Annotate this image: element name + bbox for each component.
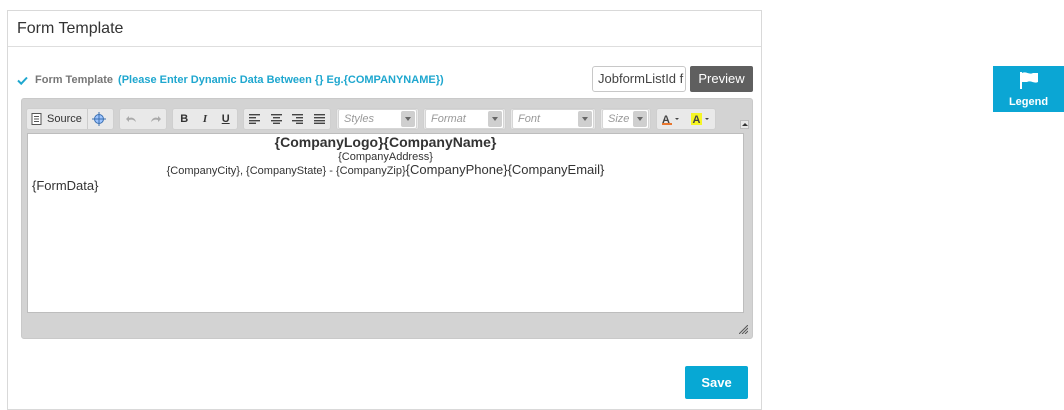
italic-icon: I (202, 113, 208, 125)
justify-icon (313, 114, 325, 124)
toolbar-group-font: Font (510, 108, 596, 130)
chevron-down-icon (578, 111, 592, 127)
toolbar-group-format: Format (423, 108, 506, 130)
maximize-button[interactable] (86, 109, 110, 129)
form-template-label: Form Template (35, 74, 114, 86)
align-left-button[interactable] (245, 109, 264, 129)
preview-button[interactable]: Preview (690, 66, 753, 92)
source-label: Source (47, 113, 82, 125)
company-city-state-zip: {CompanyCity}, {CompanyState} - {Company… (166, 165, 406, 177)
checkmark-icon (17, 76, 28, 85)
redo-button[interactable] (145, 109, 165, 129)
font-dropdown[interactable]: Font (512, 109, 594, 129)
form-template-option: Form Template (Please Enter Dynamic Data… (17, 74, 444, 86)
legend-label: Legend (1008, 96, 1049, 108)
panel-title: Form Template (8, 11, 761, 47)
company-phone-email: {CompanyPhone}{CompanyEmail} (405, 162, 605, 177)
font-placeholder: Font (518, 113, 541, 125)
company-logo-name-line: {CompanyLogo}{CompanyName} (274, 134, 497, 150)
chevron-down-icon (633, 111, 647, 127)
form-data-line: {FormData} (32, 178, 99, 193)
bold-icon: B (180, 113, 189, 125)
redo-icon (150, 116, 161, 122)
underline-icon: U (221, 113, 230, 125)
format-dropdown[interactable]: Format (425, 109, 504, 129)
company-contact-line: {CompanyCity}, {CompanyState} - {Company… (28, 162, 743, 177)
chevron-down-icon (488, 111, 502, 127)
form-template-hint: (Please Enter Dynamic Data Between {} Eg… (118, 74, 444, 86)
toolbar-group-align (243, 108, 331, 130)
toolbar-group-document: Source (26, 108, 114, 130)
crosshair-icon (91, 112, 106, 126)
size-dropdown[interactable]: Size (602, 109, 649, 129)
underline-button[interactable]: U (218, 109, 234, 129)
toolbar-group-size: Size (600, 108, 651, 130)
resize-handle-icon[interactable] (739, 325, 748, 334)
source-button[interactable]: Source (27, 109, 86, 129)
undo-icon (125, 116, 136, 122)
italic-button[interactable]: I (199, 109, 211, 129)
collapse-toolbar-icon[interactable] (740, 120, 749, 129)
align-center-icon (270, 114, 282, 124)
text-color-button[interactable]: A (658, 109, 686, 129)
toolbar-group-styles: Styles (336, 108, 419, 130)
legend-button[interactable]: Legend (993, 66, 1064, 112)
editor-toolbar: Source B I U Styles Format Font Size A A (26, 108, 748, 132)
jobform-listid-input[interactable]: JobformListId f (592, 66, 686, 92)
bold-button[interactable]: B (176, 109, 192, 129)
editor-content-area[interactable]: {CompanyLogo}{CompanyName} {CompanyAddre… (27, 133, 744, 313)
form-template-panel: Form Template Form Template (Please Ente… (7, 10, 762, 410)
flag-icon (1019, 72, 1038, 89)
form-template-checkbox[interactable] (17, 75, 28, 86)
highlight-color-icon: A (690, 113, 709, 125)
undo-button[interactable] (122, 109, 142, 129)
chevron-down-icon (401, 111, 415, 127)
toolbar-group-history (119, 108, 167, 130)
svg-text:A: A (692, 114, 700, 125)
document-icon (31, 113, 42, 125)
toolbar-group-colors: A A (656, 108, 716, 130)
styles-placeholder: Styles (344, 113, 374, 125)
align-right-button[interactable] (288, 109, 307, 129)
format-placeholder: Format (431, 113, 466, 125)
size-placeholder: Size (608, 113, 630, 125)
save-button[interactable]: Save (685, 366, 748, 399)
align-right-icon (292, 114, 304, 124)
toolbar-group-basicstyles: B I U (172, 108, 238, 130)
justify-button[interactable] (310, 109, 329, 129)
align-center-button[interactable] (267, 109, 286, 129)
rich-text-editor: Source B I U Styles Format Font Size A A… (21, 98, 753, 339)
background-color-button[interactable]: A (687, 109, 715, 129)
styles-dropdown[interactable]: Styles (338, 109, 417, 129)
align-left-icon (249, 114, 261, 124)
text-color-icon: A (661, 114, 679, 125)
